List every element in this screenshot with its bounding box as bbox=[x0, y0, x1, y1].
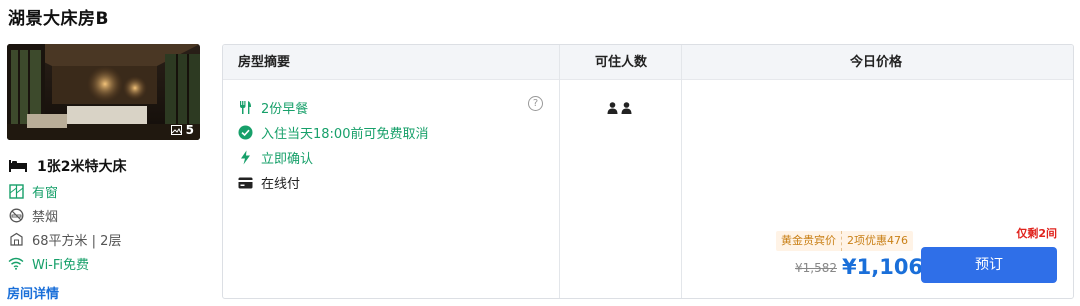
breakfast-policy: 2份早餐 bbox=[237, 95, 428, 120]
room-photo[interactable]: 5 bbox=[7, 44, 200, 140]
header-occupancy: 可住人数 bbox=[595, 55, 648, 70]
bed-info: 1张2米特大床 bbox=[7, 155, 207, 177]
header-room-summary: 房型摘要 bbox=[238, 55, 291, 70]
smoking-label: 禁烟 bbox=[32, 209, 59, 225]
photo-count-value: 5 bbox=[185, 123, 194, 137]
help-icon[interactable]: ? bbox=[528, 96, 543, 111]
occupancy-display bbox=[607, 99, 632, 118]
column-divider bbox=[681, 45, 682, 298]
rooms-left-badge: 仅剩2间 bbox=[1016, 227, 1057, 240]
size-floor-label: 68平方米 | 2层 bbox=[32, 233, 122, 249]
size-floor-info: 68平方米 | 2层 bbox=[7, 227, 207, 251]
card-icon bbox=[237, 175, 253, 191]
bed-label: 1张2米特大床 bbox=[37, 159, 127, 175]
cancellation-label: 入住当天18:00前可免费取消 bbox=[261, 127, 429, 142]
smoking-info: 禁烟 bbox=[7, 203, 207, 227]
confirm-label: 立即确认 bbox=[261, 152, 314, 167]
window-label: 有窗 bbox=[32, 185, 59, 201]
original-price: ¥1,582 bbox=[795, 261, 837, 275]
confirm-policy: 立即确认 bbox=[237, 145, 428, 170]
discount-tags[interactable]: 黄金贵宾价 2项优惠476 bbox=[776, 231, 913, 251]
wifi-info: Wi-Fi免费 bbox=[7, 251, 207, 275]
window-info: 有窗 bbox=[7, 179, 207, 203]
no-smoking-icon bbox=[7, 206, 25, 224]
lightning-icon bbox=[237, 150, 253, 166]
check-circle-icon bbox=[237, 125, 253, 141]
wifi-label: Wi-Fi免费 bbox=[32, 257, 90, 273]
room-title: 湖景大床房B bbox=[8, 9, 109, 29]
image-icon bbox=[170, 125, 182, 135]
person-icon bbox=[607, 99, 618, 118]
breakfast-label: 2份早餐 bbox=[261, 102, 309, 117]
room-size-icon bbox=[7, 230, 25, 248]
member-price-tag: 黄金贵宾价 bbox=[781, 234, 836, 247]
room-features: 1张2米特大床 有窗 禁烟 68平方米 | 2层 Wi-Fi免费 bbox=[7, 155, 207, 275]
current-price: ¥1,106 bbox=[842, 255, 924, 279]
book-button[interactable]: 预订 bbox=[921, 247, 1057, 283]
table-header: 房型摘要 可住人数 今日价格 bbox=[223, 45, 1073, 80]
photo-count: 5 bbox=[170, 123, 194, 137]
discount-tag: 2项优惠476 bbox=[841, 231, 913, 251]
window-icon bbox=[7, 182, 25, 200]
utensils-icon bbox=[237, 100, 253, 116]
room-details-link[interactable]: 房间详情 bbox=[7, 283, 59, 302]
wifi-icon bbox=[7, 254, 25, 272]
person-icon bbox=[621, 99, 632, 118]
bed-icon bbox=[7, 157, 29, 175]
rate-table: 房型摘要 可住人数 今日价格 2份早餐 入住当天18:00前可免费取消 立即确认 bbox=[222, 44, 1074, 299]
payment-policy: 在线付 bbox=[237, 170, 428, 195]
policy-list: 2份早餐 入住当天18:00前可免费取消 立即确认 在线付 bbox=[237, 95, 428, 195]
payment-label: 在线付 bbox=[261, 177, 301, 192]
header-today-price: 今日价格 bbox=[850, 55, 903, 70]
cancellation-policy: 入住当天18:00前可免费取消 bbox=[237, 120, 428, 145]
column-divider bbox=[559, 45, 560, 298]
